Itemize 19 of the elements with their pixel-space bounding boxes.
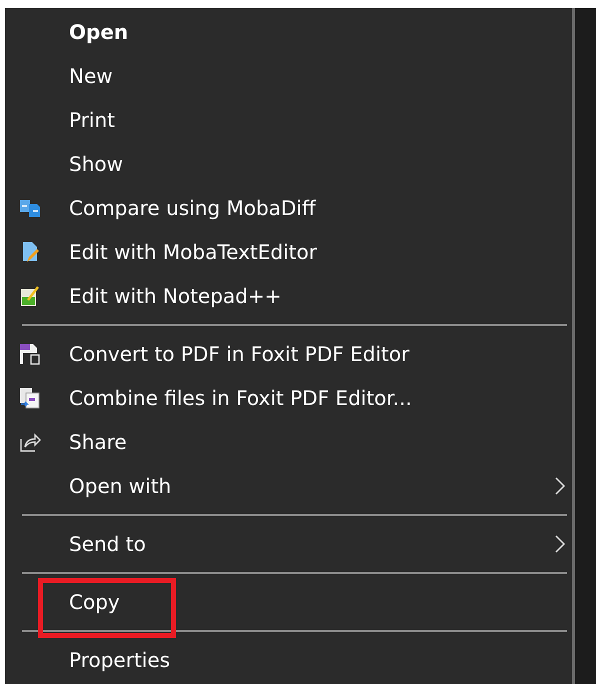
menu-item[interactable]: Edit with MobaTextEditor — [5, 230, 572, 274]
menu-item[interactable]: Compare using MobaDiff — [5, 186, 572, 230]
menu-item[interactable]: Open with — [5, 464, 572, 508]
menu-item[interactable]: Open — [5, 10, 572, 54]
notepad-icon — [19, 285, 41, 307]
menu-item[interactable]: Send to — [5, 522, 572, 566]
menu-item[interactable]: New — [5, 54, 572, 98]
documents-icon — [19, 197, 41, 219]
menu-item[interactable]: Show — [5, 142, 572, 186]
document-convert-icon — [19, 343, 41, 365]
documents-merge-icon — [19, 387, 41, 409]
menu-item[interactable]: Combine files in Foxit PDF Editor... — [5, 376, 572, 420]
menu-item[interactable]: Edit with Notepad++ — [5, 274, 572, 318]
menu-item[interactable]: Properties — [5, 638, 572, 682]
menu-item[interactable]: Convert to PDF in Foxit PDF Editor — [5, 332, 572, 376]
menu-item[interactable]: Print — [5, 98, 572, 142]
share-icon — [19, 431, 41, 453]
menu-item[interactable]: Share — [5, 420, 572, 464]
menu-item[interactable]: Copy — [5, 580, 572, 624]
